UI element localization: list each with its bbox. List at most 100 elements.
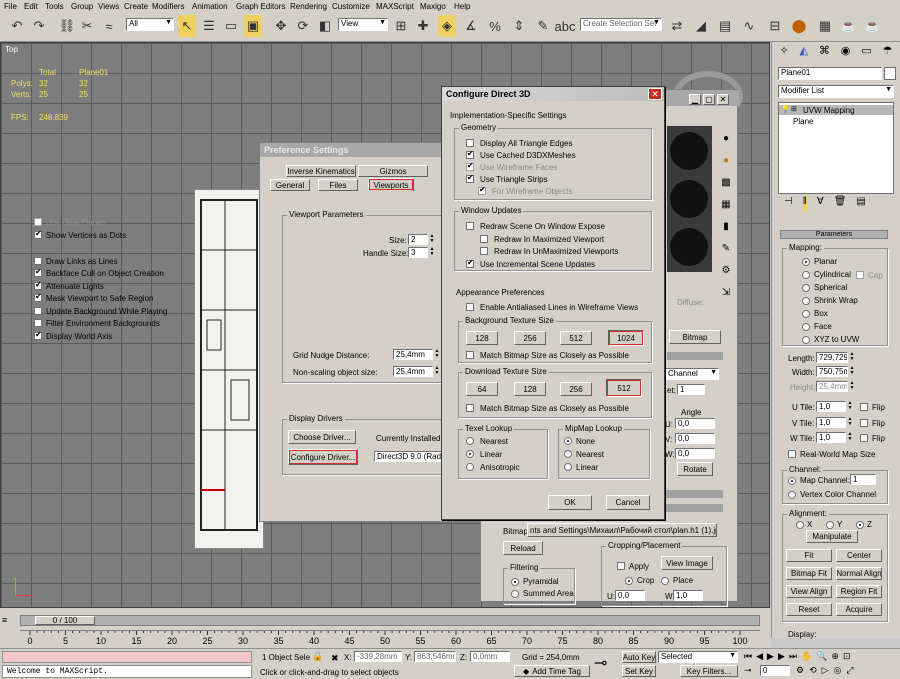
map-channel-field[interactable]: 1	[677, 384, 705, 395]
region-fit-button[interactable]: Region Fit	[836, 585, 882, 598]
maxscript-listener-top[interactable]	[2, 651, 252, 663]
map-channel-field[interactable]: 1	[850, 474, 876, 485]
menu-maxigo[interactable]: Maxigo	[420, 2, 446, 11]
map-channel-dropdown[interactable]: Channel ▼	[665, 368, 719, 380]
view-align-button[interactable]: View Align	[786, 585, 832, 598]
mapping-planar-radio[interactable]	[802, 258, 810, 266]
select-by-material-icon[interactable]: ⇲	[719, 282, 733, 304]
use-triangle-strips-checkbox[interactable]	[466, 173, 474, 183]
crop-u-field[interactable]: 0,0	[615, 590, 645, 601]
go-to-end-icon[interactable]: ⏭	[789, 651, 797, 663]
nonscaling-size-spinner[interactable]: ▲ ▼	[434, 366, 440, 377]
height-field[interactable]: 25,4mm	[816, 381, 848, 392]
draw-links-as-lines-checkbox[interactable]	[34, 257, 42, 265]
v-tile-spinner[interactable]: ▲ ▼	[847, 417, 853, 428]
auto-key-button[interactable]: Auto Key	[622, 651, 656, 663]
close-icon[interactable]: ✕	[717, 94, 729, 105]
summed-area-radio[interactable]	[511, 590, 519, 598]
align-z-radio[interactable]	[856, 521, 864, 529]
zoom-all-icon[interactable]: ⊕	[831, 651, 839, 663]
use-cached-d3dxmeshes-checkbox[interactable]	[466, 149, 474, 159]
menu-create[interactable]: Create	[124, 2, 148, 11]
orbit-icon[interactable]: ⟲	[809, 665, 817, 677]
u-tile-spinner[interactable]: ▲ ▼	[847, 401, 853, 412]
mapping-shrink-wrap-radio[interactable]	[802, 297, 810, 305]
spinner-snap-icon[interactable]: ⇕	[510, 15, 528, 37]
align-icon[interactable]: ◢	[692, 15, 710, 37]
render-scene-icon[interactable]: ▦	[816, 15, 834, 37]
zoom-icon[interactable]: 🔍	[816, 651, 827, 663]
align-y-radio[interactable]	[826, 521, 834, 529]
nonscaling-size-field[interactable]: 25,4mm	[393, 366, 433, 377]
make-unique-icon[interactable]: ∀	[817, 196, 824, 212]
cap-checkbox[interactable]	[856, 271, 864, 279]
place-radio[interactable]	[661, 577, 669, 585]
grid-nudge-spinner[interactable]: ▲ ▼	[434, 349, 440, 360]
center-button[interactable]: Center	[836, 549, 882, 562]
align-x-radio[interactable]	[796, 521, 804, 529]
set-key-icon[interactable]: ⊸	[594, 653, 607, 673]
dl-match-checkbox[interactable]	[466, 404, 474, 412]
motion-tab-icon[interactable]: ◉	[841, 44, 851, 60]
redraw-in-unmaximized-viewports-checkbox[interactable]	[480, 247, 488, 255]
mipmap-linear-radio[interactable]	[564, 463, 572, 471]
modify-tab-icon[interactable]: ◭	[800, 44, 808, 60]
length-spinner[interactable]: ▲ ▼	[849, 352, 855, 363]
move-icon[interactable]: ✥	[272, 15, 290, 37]
bg-size-128-button[interactable]: 128	[466, 331, 498, 345]
arc-rotate-icon[interactable]: ◎	[834, 665, 842, 677]
uv-tiling-icon[interactable]: ▦	[719, 194, 733, 216]
schematic-view-icon[interactable]: ⊟	[766, 15, 784, 37]
handle-size-spinner[interactable]: ▲ ▼	[429, 247, 435, 258]
minimize-icon[interactable]: ▁	[689, 94, 701, 105]
bitmap-path-button[interactable]: nts and Settings\Михаил\Рабочий стол\pla…	[527, 523, 717, 537]
attenuate-lights-checkbox[interactable]	[34, 280, 42, 290]
close-icon[interactable]: ✕	[648, 88, 662, 100]
x-coordinate-field[interactable]: -339,28mm	[354, 651, 402, 662]
y-coordinate-field[interactable]: 863,546mm	[414, 651, 456, 662]
crop-w-field[interactable]: 1,0	[673, 590, 703, 601]
hierarchy-tab-icon[interactable]: ⌘	[819, 44, 830, 60]
v-tile-field[interactable]: 1,0	[816, 417, 846, 428]
light-bulb-icon[interactable]: 💡	[781, 105, 790, 113]
snap-toggle-icon[interactable]: ◈	[438, 15, 456, 37]
abc-icon[interactable]: abc	[555, 15, 576, 37]
mapping-box-radio[interactable]	[802, 310, 810, 318]
angle-snap-icon[interactable]: ∡	[462, 15, 480, 37]
set-key-button[interactable]: Set Key	[622, 665, 656, 677]
grid-nudge-field[interactable]: 25,4mm	[393, 349, 433, 360]
named-selection-icon[interactable]: ✎	[534, 15, 552, 37]
u-tile-field[interactable]: 1,0	[816, 401, 846, 412]
modifier-list-dropdown[interactable]: Modifier List ▼	[778, 85, 894, 98]
pan-icon[interactable]: ✋	[801, 651, 812, 663]
tab-viewports[interactable]: Viewports	[368, 178, 414, 191]
dl-size-512-button[interactable]: 512	[606, 379, 642, 397]
maxscript-listener[interactable]: Welcome to MAXScript.	[2, 665, 252, 678]
bitmap-map-button[interactable]: Bitmap	[669, 330, 721, 344]
play-icon[interactable]: ▶	[767, 651, 774, 663]
menu-edit[interactable]: Edit	[24, 2, 38, 11]
view-image-button[interactable]: View Image	[661, 556, 713, 570]
apply-checkbox[interactable]	[617, 562, 625, 570]
menu-animation[interactable]: Animation	[192, 2, 228, 11]
width-field[interactable]: 750,75m	[816, 366, 848, 377]
time-config-icon[interactable]: ⚙	[796, 665, 804, 677]
backlight-icon[interactable]: ●	[719, 150, 733, 172]
add-time-tag-button[interactable]: ◆ Add Time Tag	[514, 665, 590, 677]
menu-customize[interactable]: Customize	[332, 2, 370, 11]
rectangular-selection-icon[interactable]: ▭	[222, 15, 240, 37]
redo-icon[interactable]: ↷	[30, 15, 48, 37]
time-slider-thumb[interactable]: 0 / 100	[35, 616, 95, 625]
crop-radio[interactable]	[625, 577, 633, 585]
create-tab-icon[interactable]: ✧	[779, 44, 788, 60]
menu-graph-editors[interactable]: Graph Editors	[236, 2, 285, 11]
v-flip-checkbox[interactable]	[860, 419, 868, 427]
redraw-scene-on-window-expose-checkbox[interactable]	[466, 222, 474, 230]
stack-item-plane[interactable]: Plane	[793, 117, 813, 126]
menu-rendering[interactable]: Rendering	[290, 2, 327, 11]
time-slider-track[interactable]: 0 / 100	[20, 615, 760, 626]
current-frame-field[interactable]: 0	[760, 665, 790, 676]
update-background-while-playing-checkbox[interactable]	[34, 307, 42, 315]
pin-stack-icon[interactable]: ⊣	[784, 196, 793, 212]
sample-type-icon[interactable]: ●	[719, 128, 733, 150]
